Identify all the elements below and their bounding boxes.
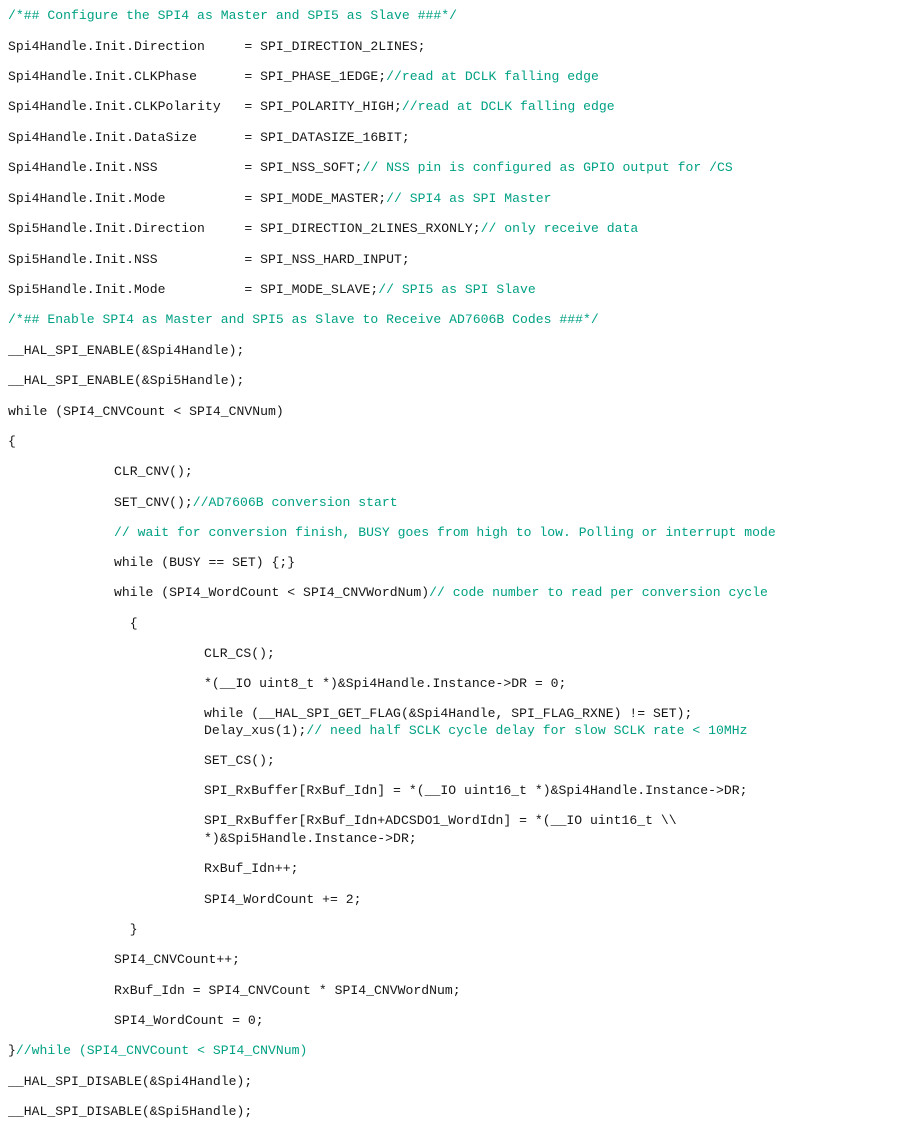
code-token: Spi4Handle.Init.Direction = SPI_DIRECTIO… [8,39,426,54]
code-line: // wait for conversion finish, BUSY goes… [0,525,900,540]
code-token: while (SPI4_WordCount < SPI4_CNVWordNum) [114,585,430,600]
code-token: __HAL_SPI_ENABLE(&Spi5Handle); [8,373,245,388]
code-comment: // SPI4 as SPI Master [386,191,552,206]
code-line: RxBuf_Idn++; [0,861,900,876]
code-line: SPI_RxBuffer[RxBuf_Idn+ADCSDO1_WordIdn] … [0,813,900,828]
code-token: Spi4Handle.Init.CLKPhase = SPI_PHASE_1ED… [8,69,387,84]
code-token: CLR_CS(); [204,646,275,661]
code-token: SPI4_WordCount += 2; [204,892,362,907]
code-token: Spi5Handle.Init.Mode = SPI_MODE_SLAVE; [8,282,379,297]
code-comment: //read at DCLK falling edge [386,69,599,84]
code-token: } [8,1043,16,1058]
code-token: { [114,616,138,631]
code-line: Spi4Handle.Init.CLKPolarity = SPI_POLARI… [0,99,900,114]
code-line: { [0,434,900,449]
code-line: CLR_CS(); [0,646,900,661]
code-token: Spi4Handle.Init.CLKPolarity = SPI_POLARI… [8,99,402,114]
code-token: __HAL_SPI_ENABLE(&Spi4Handle); [8,343,245,358]
code-line: /*## Enable SPI4 as Master and SPI5 as S… [0,312,900,327]
code-token: *(__IO uint8_t *)&Spi4Handle.Instance->D… [204,676,567,691]
code-line: __HAL_SPI_DISABLE(&Spi5Handle); [0,1104,900,1119]
code-token: SPI_RxBuffer[RxBuf_Idn] = *(__IO uint16_… [204,783,748,798]
code-token: while (SPI4_CNVCount < SPI4_CNVNum) [8,404,284,419]
code-comment: //AD7606B conversion start [192,495,398,510]
code-line: Spi5Handle.Init.Mode = SPI_MODE_SLAVE;//… [0,282,900,297]
code-token: SET_CS(); [204,753,275,768]
code-line: }//while (SPI4_CNVCount < SPI4_CNVNum) [0,1043,900,1058]
code-line: RxBuf_Idn = SPI4_CNVCount * SPI4_CNVWord… [0,983,900,998]
code-line: SPI4_WordCount = 0; [0,1013,900,1028]
code-token: SPI_RxBuffer[RxBuf_Idn+ADCSDO1_WordIdn] … [204,813,677,828]
code-token: RxBuf_Idn = SPI4_CNVCount * SPI4_CNVWord… [114,983,461,998]
code-line: SPI4_WordCount += 2; [0,892,900,907]
code-line: Delay_xus(1);// need half SCLK cycle del… [0,723,900,738]
code-comment: // SPI5 as SPI Slave [378,282,536,297]
code-comment: /*## Enable SPI4 as Master and SPI5 as S… [8,312,599,327]
code-token: Spi5Handle.Init.Direction = SPI_DIRECTIO… [8,221,481,236]
code-token: Spi5Handle.Init.NSS = SPI_NSS_HARD_INPUT… [8,252,410,267]
code-token: *)&Spi5Handle.Instance->DR; [204,831,417,846]
code-line: /*## Configure the SPI4 as Master and SP… [0,8,900,23]
code-token: CLR_CNV(); [114,464,193,479]
code-line: Spi4Handle.Init.DataSize = SPI_DATASIZE_… [0,130,900,145]
code-line: SPI_RxBuffer[RxBuf_Idn] = *(__IO uint16_… [0,783,900,798]
code-line: while (SPI4_WordCount < SPI4_CNVWordNum)… [0,585,900,600]
code-token: SPI4_WordCount = 0; [114,1013,264,1028]
code-line: __HAL_SPI_DISABLE(&Spi4Handle); [0,1074,900,1089]
code-line: while (BUSY == SET) {;} [0,555,900,570]
code-line: Spi5Handle.Init.Direction = SPI_DIRECTIO… [0,221,900,236]
code-line: CLR_CNV(); [0,464,900,479]
code-line: *)&Spi5Handle.Instance->DR; [0,831,900,846]
code-comment: // NSS pin is configured as GPIO output … [362,160,733,175]
code-token: while (BUSY == SET) {;} [114,555,296,570]
code-comment: // code number to read per conversion cy… [429,585,768,600]
code-token: __HAL_SPI_DISABLE(&Spi4Handle); [8,1074,253,1089]
code-comment: // need half SCLK cycle delay for slow S… [306,723,748,738]
code-line: while (__HAL_SPI_GET_FLAG(&Spi4Handle, S… [0,706,900,721]
code-token: Spi4Handle.Init.NSS = SPI_NSS_SOFT; [8,160,363,175]
code-line: Spi4Handle.Init.NSS = SPI_NSS_SOFT;// NS… [0,160,900,175]
code-line: *(__IO uint8_t *)&Spi4Handle.Instance->D… [0,676,900,691]
code-comment: // only receive data [480,221,639,236]
code-line: Spi4Handle.Init.Mode = SPI_MODE_MASTER;/… [0,191,900,206]
code-line: Spi4Handle.Init.CLKPhase = SPI_PHASE_1ED… [0,69,900,84]
code-line: SPI4_CNVCount++; [0,952,900,967]
code-token: } [114,922,138,937]
code-token: Spi4Handle.Init.DataSize = SPI_DATASIZE_… [8,130,410,145]
code-comment: //read at DCLK falling edge [401,99,615,114]
code-token: __HAL_SPI_DISABLE(&Spi5Handle); [8,1104,253,1119]
code-line: while (SPI4_CNVCount < SPI4_CNVNum) [0,404,900,419]
code-token: SET_CNV(); [114,495,193,510]
code-line: Spi4Handle.Init.Direction = SPI_DIRECTIO… [0,39,900,54]
code-line: __HAL_SPI_ENABLE(&Spi4Handle); [0,343,900,358]
code-token: RxBuf_Idn++; [204,861,299,876]
code-token: SPI4_CNVCount++; [114,952,241,967]
code-line: __HAL_SPI_ENABLE(&Spi5Handle); [0,373,900,388]
code-comment: /*## Configure the SPI4 as Master and SP… [8,8,458,23]
code-comment: //while (SPI4_CNVCount < SPI4_CNVNum) [15,1043,308,1058]
code-token: Spi4Handle.Init.Mode = SPI_MODE_MASTER; [8,191,387,206]
code-listing: /*## Configure the SPI4 as Master and SP… [0,0,900,1131]
code-line: Spi5Handle.Init.NSS = SPI_NSS_HARD_INPUT… [0,252,900,267]
code-line: SET_CS(); [0,753,900,768]
code-line: SET_CNV();//AD7606B conversion start [0,495,900,510]
code-token: while (__HAL_SPI_GET_FLAG(&Spi4Handle, S… [204,706,693,721]
code-token: { [8,434,16,449]
code-token: Delay_xus(1); [204,723,307,738]
code-line: { [0,616,900,631]
code-line: } [0,922,900,937]
code-comment: // wait for conversion finish, BUSY goes… [114,525,776,540]
